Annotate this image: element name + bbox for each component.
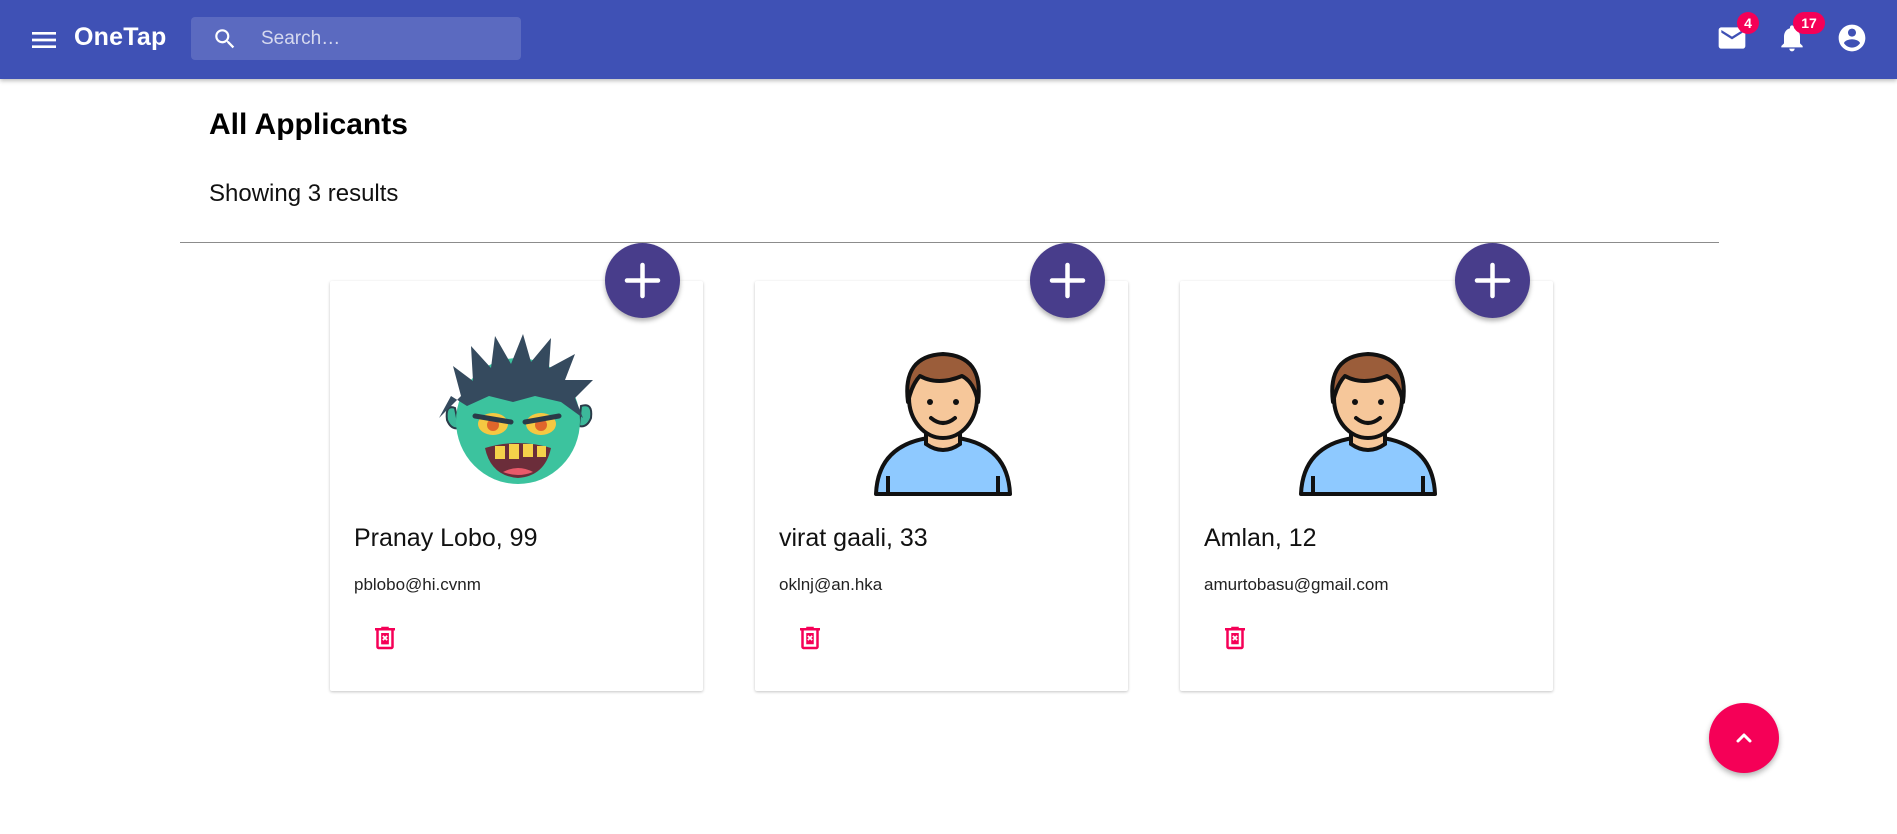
applicant-card: Pranay Lobo, 99 pblobo@hi.cvnm [330,281,703,691]
zombie-avatar-icon [433,326,603,496]
search-box [191,17,521,60]
applicant-email: pblobo@hi.cvnm [354,575,481,594]
delete-button[interactable] [370,623,400,653]
applicant-name: virat gaali, 33 [779,524,928,552]
account-circle-icon [1838,24,1866,52]
man-avatar-icon [858,326,1028,496]
app-bar: OneTap 4 17 [0,0,1897,79]
page-title: All Applicants [209,108,408,141]
delete-button[interactable] [795,623,825,653]
scroll-to-top-button[interactable] [1709,703,1779,773]
menu-icon[interactable] [28,24,60,56]
notifications-badge: 17 [1793,12,1825,34]
app-title: OneTap [74,23,167,51]
add-applicant-button[interactable] [1455,243,1530,318]
applicant-name: Amlan, 12 [1204,524,1317,552]
add-applicant-button[interactable] [605,243,680,318]
search-input[interactable] [261,17,511,60]
results-count: Showing 3 results [209,180,399,207]
applicant-email: amurtobasu@gmail.com [1204,575,1389,594]
man-avatar-icon [1283,326,1453,496]
delete-forever-icon [375,626,395,650]
add-applicant-button[interactable] [1030,243,1105,318]
delete-forever-icon [1225,626,1245,650]
plus-icon [1049,262,1086,299]
applicant-card: virat gaali, 33 oklnj@an.hka [755,281,1128,691]
applicant-name: Pranay Lobo, 99 [354,524,538,552]
search-icon [212,26,238,52]
delete-forever-icon [800,626,820,650]
delete-button[interactable] [1220,623,1250,653]
applicant-email: oklnj@an.hka [779,575,883,594]
applicant-card: Amlan, 12 amurtobasu@gmail.com [1180,281,1553,691]
account-button[interactable] [1836,22,1872,58]
mail-button[interactable]: 4 [1716,12,1759,58]
plus-icon [624,262,661,299]
mail-badge: 4 [1737,12,1759,34]
plus-icon [1474,262,1511,299]
chevron-up-icon [1736,733,1752,743]
notifications-button[interactable]: 17 [1776,12,1825,58]
